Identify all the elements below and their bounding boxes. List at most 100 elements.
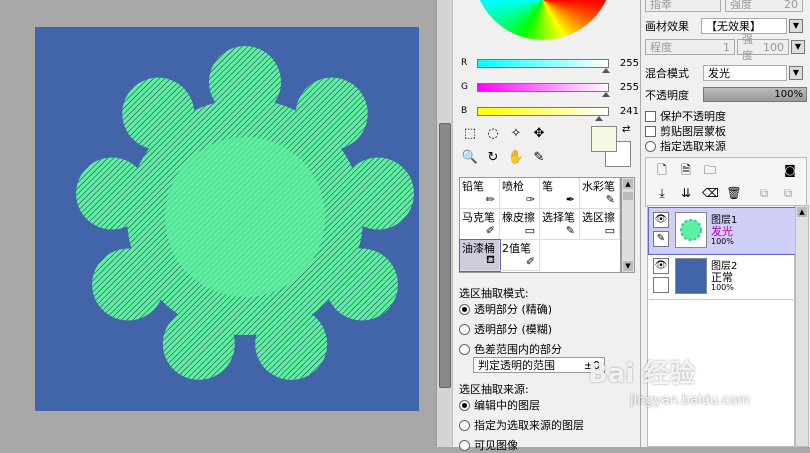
slider-label: B — [461, 106, 468, 116]
slider-track[interactable] — [477, 58, 610, 73]
merge-down-icon[interactable]: ⇊ — [678, 185, 694, 201]
brush-eraser[interactable]: 橡皮擦 ▭ — [500, 209, 540, 240]
checkbox[interactable] — [645, 140, 656, 152]
chevron-down-icon[interactable]: ▼ — [789, 66, 803, 80]
transfer-down-icon[interactable]: ⤓ — [654, 185, 670, 201]
selection-mode-option[interactable]: 透明部分 (精确) — [459, 301, 552, 317]
checkbox[interactable] — [645, 110, 656, 122]
move-icon[interactable]: ✥ — [530, 125, 548, 143]
airbrush-icon: ✑ — [525, 193, 535, 206]
foreground-color-swatch[interactable] — [591, 126, 617, 152]
radio-button[interactable] — [459, 343, 470, 355]
radio-button[interactable] — [459, 323, 470, 335]
hand-icon[interactable]: ✋ — [507, 149, 525, 167]
checkbox-row[interactable]: 指定选取来源 — [645, 138, 726, 154]
strength-value: 100 — [763, 40, 784, 54]
opacity-label: 不透明度 — [645, 89, 689, 102]
slider-caret[interactable] — [602, 91, 610, 97]
brush-pencil[interactable]: 铅笔 ✏ — [460, 178, 500, 209]
canvas-vertical-scrollbar[interactable] — [436, 0, 452, 447]
eye-icon[interactable]: 👁 — [653, 212, 669, 228]
brush-select-pen[interactable]: 选择笔 ✎ — [540, 209, 580, 240]
scroll-up-icon[interactable]: ▲ — [797, 207, 807, 217]
slider-g[interactable]: G 255 — [461, 81, 639, 97]
brush-watercolor[interactable]: 水彩笔 ✎ — [580, 178, 620, 209]
radio-button[interactable] — [459, 303, 470, 315]
transparency-range-field[interactable]: 判定透明的范围 ±0 — [473, 357, 605, 373]
brush-airbrush[interactable]: 喷枪 ✑ — [500, 178, 540, 209]
top-field-1[interactable]: 指幸 — [645, 0, 721, 12]
selection-mode-option[interactable]: 色差范围内的部分 — [459, 341, 562, 357]
lock-icon[interactable] — [653, 277, 669, 293]
scroll-down-icon[interactable]: ▼ — [623, 261, 633, 271]
eye-icon[interactable]: 👁 — [653, 258, 669, 274]
slider-value: 241 — [619, 105, 639, 117]
layer-item[interactable]: 👁 图层2 正常 100% — [649, 254, 795, 300]
flower-petal — [255, 307, 328, 380]
brush-lock-icon[interactable]: ✎ — [653, 231, 669, 247]
layer-item[interactable]: 👁 ✎ 图层1 发光 100% — [648, 207, 796, 255]
color-wheel[interactable] — [473, 0, 613, 40]
brush-label: 水彩笔 — [582, 180, 615, 193]
slider-label: G — [461, 82, 468, 92]
radio-button[interactable] — [459, 399, 470, 411]
radio-button[interactable] — [459, 419, 470, 431]
chevron-down-icon[interactable]: ▼ — [791, 40, 805, 54]
slider-caret[interactable] — [594, 115, 603, 121]
slider-label: R — [461, 58, 468, 68]
new-folder-icon[interactable]: 🗀 — [702, 162, 718, 178]
slider-r[interactable]: R 255 — [461, 57, 639, 73]
swap-colors-icon[interactable]: ⇄ — [622, 124, 630, 135]
scrollbar-thumb[interactable] — [439, 123, 451, 388]
checkbox-row[interactable]: 保护不透明度 — [645, 108, 726, 124]
scroll-thumb[interactable] — [623, 192, 633, 200]
layers-scrollbar[interactable]: ▲ — [795, 205, 809, 447]
selection-mode-option[interactable]: 透明部分 (模糊) — [459, 321, 552, 337]
blend-mode-select[interactable]: 发光 — [703, 65, 787, 81]
slider-track[interactable] — [477, 106, 609, 121]
drawing-canvas[interactable] — [35, 27, 419, 411]
brush-pen[interactable]: 笔 ✒ — [540, 178, 580, 209]
brush-binary-pen[interactable]: 2值笔 ✐ — [500, 240, 540, 271]
brush-select-eraser[interactable]: 选区擦 ▭ — [580, 209, 620, 240]
delete-layer-icon[interactable]: 🗑 — [726, 185, 742, 201]
new-linework-layer-icon[interactable]: 🗎 — [678, 162, 694, 178]
marker-icon: ✐ — [485, 224, 495, 237]
checkbox-label: 剪贴图层蒙板 — [660, 125, 726, 138]
slider-caret[interactable] — [602, 67, 610, 73]
brush-marker[interactable]: 马克笔 ✐ — [460, 209, 500, 240]
mask-icon[interactable]: ◙ — [782, 162, 798, 178]
slider-b[interactable]: B 241 — [461, 105, 639, 121]
checkbox-row[interactable]: 剪贴图层蒙板 — [645, 123, 726, 139]
brush-label: 2值笔 — [502, 242, 531, 255]
brush-bucket[interactable]: 油漆桶 ⛾ — [459, 239, 501, 272]
eyedropper-icon[interactable]: ✎ — [530, 149, 548, 167]
layer-toolbar: 🗋 🗎 🗀 ◙ ⤓ ⇊ ⌫ 🗑 ⧉ ⧉ — [645, 157, 807, 207]
layer-list: 👁 ✎ 图层1 发光 100% 👁 图层2 正常 100% — [647, 205, 796, 447]
blend-mode-label: 混合模式 — [645, 67, 689, 80]
selection-source-option[interactable]: 指定为选取来源的图层 — [459, 417, 584, 433]
zoom-icon[interactable]: 🔍 — [461, 149, 479, 167]
degree-field[interactable]: 程度 1 — [645, 39, 735, 55]
slider-track[interactable] — [477, 82, 610, 97]
magic-wand-icon[interactable]: ✧ — [507, 125, 525, 143]
selection-mode-label: 透明部分 (模糊) — [474, 323, 553, 336]
top-field-2[interactable]: 强度 20 — [725, 0, 803, 12]
scroll-up-icon[interactable]: ▲ — [623, 179, 633, 189]
lasso-icon[interactable]: ◌ — [484, 125, 502, 143]
merge-disabled-icon: ⧉ — [783, 186, 793, 200]
new-layer-icon[interactable]: 🗋 — [654, 162, 670, 178]
rotate-icon[interactable]: ↻ — [484, 149, 502, 167]
opacity-slider[interactable]: 100% — [703, 87, 807, 102]
brush-scrollbar[interactable]: ▲ ▼ — [621, 177, 635, 273]
clear-layer-icon[interactable]: ⌫ — [702, 185, 719, 201]
radio-button[interactable] — [459, 439, 470, 451]
selection-source-option[interactable]: 编辑中的图层 — [459, 397, 540, 413]
rect-select-icon[interactable]: ⬚ — [461, 125, 479, 143]
checkbox[interactable] — [645, 125, 656, 137]
layer-thumbnail — [675, 212, 707, 248]
strength-field[interactable]: 强度 100 — [737, 33, 789, 62]
layer-opacity: 100% — [711, 283, 734, 292]
chevron-down-icon[interactable]: ▼ — [789, 19, 803, 33]
selection-source-option[interactable]: 可见图像 — [459, 437, 518, 453]
